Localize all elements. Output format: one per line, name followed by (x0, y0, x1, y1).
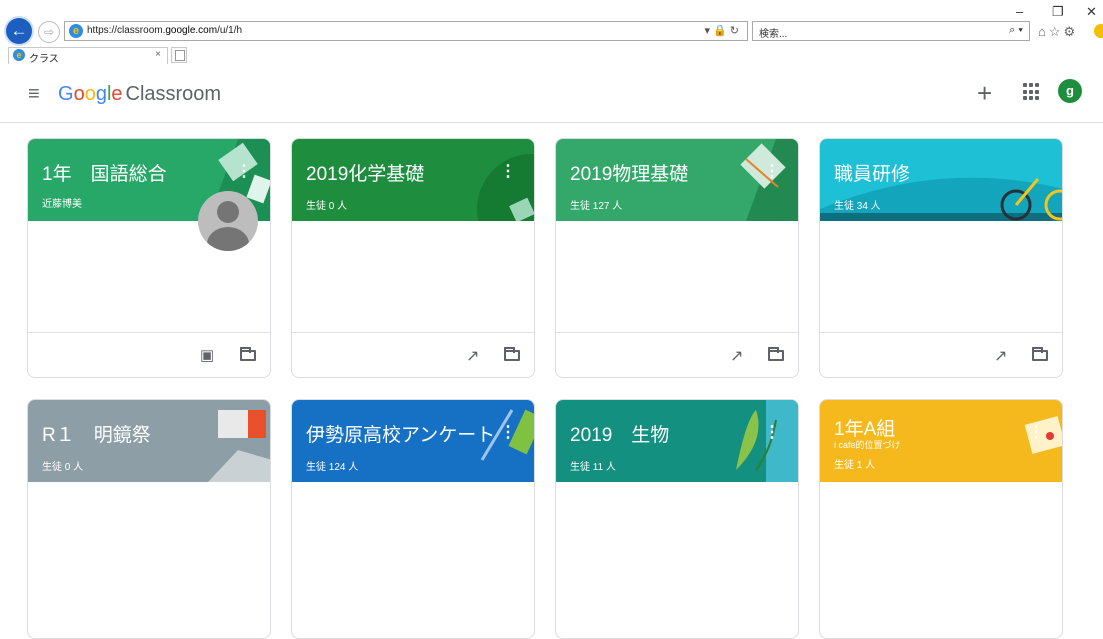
restore-button[interactable]: ❐ (1052, 4, 1064, 20)
menu-icon[interactable]: ≡ (28, 83, 40, 106)
trending-up-icon[interactable]: ↗ (466, 346, 479, 366)
create-class-plus-icon[interactable]: + (977, 78, 992, 109)
trending-up-icon[interactable]: ↗ (730, 346, 743, 366)
account-avatar[interactable]: g (1058, 79, 1082, 103)
tab-title: クラス (29, 54, 59, 65)
student-count[interactable]: 生徒 34 人 (834, 197, 881, 212)
folder-icon[interactable] (768, 347, 784, 361)
class-title[interactable]: R１ 明鏡祭 (42, 420, 151, 447)
class-card[interactable]: 職員研修 生徒 34 人 ↗ (819, 138, 1063, 378)
browser-chrome: ← ⇨ e https://classroom.google.com/u/1/h… (0, 0, 1103, 65)
more-options-icon[interactable]: ⋮ (1028, 422, 1044, 442)
class-section[interactable]: i cafe的位置づけ (834, 438, 901, 451)
toolbar-icons[interactable]: ⌂☆⚙ (1038, 24, 1078, 40)
address-controls[interactable]: ▾ 🔒 ↻ (704, 24, 739, 37)
search-placeholder: 検索... (759, 29, 788, 40)
book-illustration-icon (740, 139, 798, 221)
search-input[interactable]: 検索... ⌕ ▾ (752, 21, 1030, 41)
class-card[interactable]: R１ 明鏡祭 生徒 0 人 (27, 399, 271, 639)
book-illustration-icon (477, 154, 534, 221)
card-footer: ▣ (28, 332, 270, 377)
class-card[interactable]: 2019化学基礎 生徒 0 人 ⋮ ↗ (291, 138, 535, 378)
card-footer: ↗ (556, 332, 798, 377)
address-bar[interactable]: e https://classroom.google.com/u/1/h ▾ 🔒… (64, 21, 748, 41)
minimize-button[interactable]: – (1016, 4, 1023, 19)
student-count[interactable]: 生徒 0 人 (42, 458, 83, 473)
card-footer: ↗ (292, 332, 534, 377)
teacher-avatar (198, 191, 258, 251)
search-icon[interactable]: ⌕ ▾ (1009, 24, 1023, 37)
card-header[interactable]: R１ 明鏡祭 生徒 0 人 (28, 400, 270, 482)
student-count[interactable]: 生徒 0 人 (306, 197, 347, 212)
portrait-icon[interactable]: ▣ (200, 346, 214, 364)
class-title[interactable]: 伊勢原高校アンケート (306, 420, 495, 447)
url-text: https://classroom.google.com/u/1/h (87, 25, 243, 36)
class-title[interactable]: 2019 生物 (570, 420, 669, 447)
class-title[interactable]: 1年A組 (834, 414, 895, 441)
tab-ie-icon: e (13, 49, 25, 61)
student-count[interactable]: 生徒 124 人 (306, 458, 358, 473)
class-card[interactable]: 2019物理基礎 生徒 127 人 ⋮ ↗ (555, 138, 799, 378)
google-apps-icon[interactable] (1023, 83, 1041, 101)
more-options-icon[interactable]: ⋮ (764, 422, 780, 442)
class-card[interactable]: 伊勢原高校アンケート 生徒 124 人 ⋮ (291, 399, 535, 639)
card-header[interactable]: 2019物理基礎 生徒 127 人 ⋮ (556, 139, 798, 221)
card-header[interactable]: 1年A組 i cafe的位置づけ 生徒 1 人 ⋮ (820, 400, 1062, 482)
class-title[interactable]: 2019物理基礎 (570, 159, 688, 186)
app-bar: ≡ Google Classroom + g (0, 64, 1103, 123)
student-count[interactable]: 生徒 127 人 (570, 197, 622, 212)
card-header[interactable]: 2019 生物 生徒 11 人 ⋮ (556, 400, 798, 482)
tab-close-icon[interactable]: × (155, 49, 161, 60)
card-header[interactable]: 2019化学基礎 生徒 0 人 ⋮ (292, 139, 534, 221)
more-options-icon[interactable]: ⋮ (236, 161, 252, 181)
class-card[interactable]: 2019 生物 生徒 11 人 ⋮ (555, 399, 799, 639)
class-title[interactable]: 2019化学基礎 (306, 159, 424, 186)
new-tab-button[interactable] (171, 47, 187, 63)
trending-up-icon[interactable]: ↗ (994, 346, 1007, 366)
more-options-icon[interactable]: ⋮ (764, 161, 780, 181)
paint-illustration-icon (208, 410, 270, 482)
feedback-smiley-icon[interactable] (1094, 24, 1103, 38)
class-title[interactable]: 1年 国語総合 (42, 159, 167, 186)
class-card[interactable]: 1年A組 i cafe的位置づけ 生徒 1 人 ⋮ (819, 399, 1063, 639)
more-options-icon[interactable]: ⋮ (500, 161, 516, 181)
class-card[interactable]: 1年 国語総合 近藤博美 ⋮ ▣ (27, 138, 271, 378)
folder-icon[interactable] (504, 347, 520, 361)
folder-icon[interactable] (240, 347, 256, 361)
back-button[interactable]: ← (6, 18, 32, 44)
classroom-logo[interactable]: Google Classroom (58, 83, 221, 106)
ie-icon: e (69, 24, 83, 38)
student-count[interactable]: 生徒 1 人 (834, 456, 875, 471)
card-header[interactable]: 伊勢原高校アンケート 生徒 124 人 ⋮ (292, 400, 534, 482)
browser-tab[interactable]: e クラス × (8, 47, 168, 65)
class-title[interactable]: 職員研修 (834, 159, 910, 186)
card-footer: ↗ (820, 332, 1062, 377)
folder-icon[interactable] (1032, 347, 1048, 361)
student-count[interactable]: 生徒 11 人 (570, 458, 616, 473)
card-header[interactable]: 職員研修 生徒 34 人 (820, 139, 1062, 221)
leaf-illustration-icon (736, 400, 798, 482)
forward-button[interactable]: ⇨ (38, 21, 60, 43)
more-options-icon[interactable]: ⋮ (500, 422, 516, 442)
close-button[interactable]: ✕ (1086, 4, 1097, 20)
class-teacher[interactable]: 近藤博美 (42, 195, 82, 210)
